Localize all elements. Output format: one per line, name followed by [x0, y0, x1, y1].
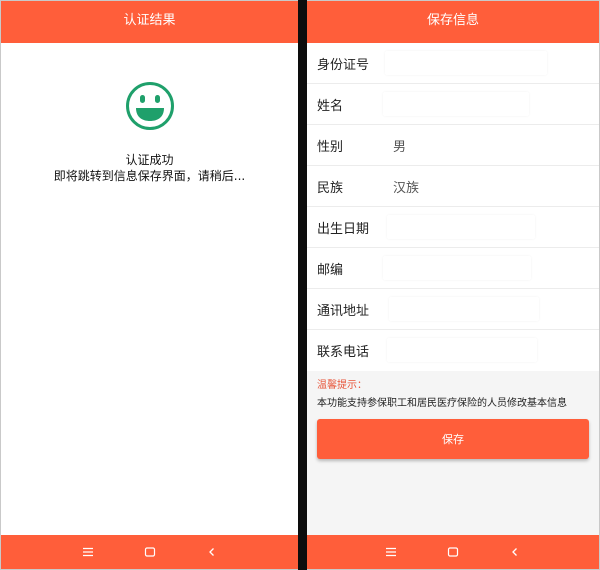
- field-row-ethnicity: 民族 汉族: [307, 166, 599, 207]
- postcode-input[interactable]: [383, 256, 531, 280]
- redirect-notice: 即将跳转到信息保存界面，请稍后...: [53, 169, 246, 183]
- menu-icon[interactable]: [79, 543, 97, 561]
- home-icon[interactable]: [141, 543, 159, 561]
- screen-divider: [298, 0, 307, 570]
- field-label: 邮编: [317, 263, 344, 278]
- phone-input[interactable]: [387, 338, 537, 362]
- tip-text: 本功能支持参保职工和居民医疗保险的人员修改基本信息: [317, 398, 567, 409]
- save-button[interactable]: 保存: [317, 419, 589, 459]
- back-icon[interactable]: [506, 543, 524, 561]
- field-row-phone: 联系电话: [307, 330, 599, 371]
- field-row-birthdate: 出生日期: [307, 207, 599, 248]
- smiley-icon: [125, 81, 175, 131]
- address-input[interactable]: [389, 297, 539, 321]
- field-label: 民族: [317, 181, 344, 196]
- field-label: 通讯地址: [317, 304, 370, 319]
- info-form: 身份证号 姓名 性别 男 民族 汉族 出生日期 邮编 通讯地址 联系电话: [307, 43, 599, 371]
- system-nav-bar: [307, 535, 599, 569]
- field-label: 性别: [317, 140, 344, 155]
- field-row-postcode: 邮编: [307, 248, 599, 289]
- home-icon[interactable]: [444, 543, 462, 561]
- auth-success-text: 认证成功: [125, 153, 174, 167]
- id-number-input[interactable]: [385, 51, 547, 75]
- field-label: 出生日期: [317, 222, 370, 237]
- field-label: 联系电话: [317, 345, 370, 360]
- ethnicity-value[interactable]: 汉族: [393, 177, 419, 196]
- field-row-id-number: 身份证号: [307, 43, 599, 84]
- field-label: 姓名: [317, 99, 344, 114]
- field-row-gender: 性别 男: [307, 125, 599, 166]
- gender-value[interactable]: 男: [393, 136, 406, 155]
- system-nav-bar: [1, 535, 298, 569]
- field-label: 身份证号: [317, 58, 370, 73]
- field-row-address: 通讯地址: [307, 289, 599, 330]
- field-row-name: 姓名: [307, 84, 599, 125]
- auth-result-title: 认证结果: [1, 1, 298, 43]
- birthdate-input[interactable]: [387, 215, 535, 239]
- name-input[interactable]: [383, 92, 529, 116]
- back-icon[interactable]: [203, 543, 221, 561]
- auth-result-screen: 认证结果 认证成功 即将跳转到信息保存界面，请稍后...: [1, 1, 298, 569]
- tip-title: 温馨提示：: [317, 380, 367, 391]
- menu-icon[interactable]: [382, 543, 400, 561]
- save-info-title: 保存信息: [307, 1, 599, 43]
- save-info-screen: 保存信息 身份证号 姓名 性别 男 民族 汉族 出生日期 邮编 通讯地址 联系电…: [307, 1, 599, 569]
